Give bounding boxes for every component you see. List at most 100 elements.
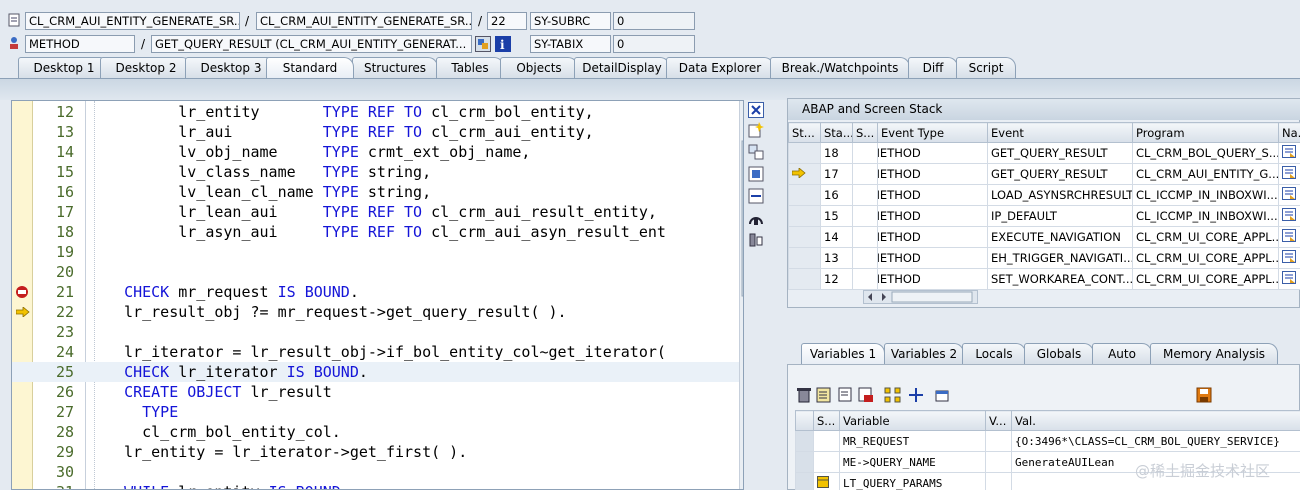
event-field[interactable]: GET_QUERY_RESULT (CL_CRM_AUI_ENTITY_GENE… — [151, 35, 472, 53]
stack-col-header[interactable]: S... — [852, 122, 878, 143]
delete-variable-icon[interactable] — [858, 387, 874, 406]
code-line[interactable]: 17 lr_lean_aui TYPE REF TO cl_crm_aui_re… — [12, 202, 743, 222]
tab-variables-1[interactable]: Variables 1 — [801, 343, 885, 364]
copy-variable-icon[interactable] — [838, 387, 854, 406]
stack-marker-cell[interactable] — [788, 205, 821, 227]
sysvar-value-field[interactable]: 0 — [613, 35, 695, 53]
stack-row[interactable]: 15 METHOD IP_DEFAULTCL_ICCMP_IN_INBOXWI... — [788, 205, 1300, 227]
sysvar-name-field[interactable]: SY-SUBRC — [530, 12, 611, 30]
code-line[interactable]: 18 lr_asyn_aui TYPE REF TO cl_crm_aui_as… — [12, 222, 743, 242]
stack-row[interactable]: 17 METHOD GET_QUERY_RESULTCL_CRM_AUI_ENTIT… — [788, 163, 1300, 185]
navigate-source-icon[interactable] — [1282, 229, 1296, 242]
tab-tables[interactable]: Tables — [436, 57, 504, 78]
var-row[interactable]: MR_REQUEST {O:3496*\CLASS=CL_CRM_BOL_QUER… — [795, 430, 1300, 452]
code-line[interactable]: 14 lv_obj_name TYPE crmt_ext_obj_name, — [12, 142, 743, 162]
include-field[interactable]: CL_CRM_AUI_ENTITY_GENERATE_SR... — [256, 12, 472, 30]
var-name-cell[interactable]: ME->QUERY_NAME — [839, 451, 986, 473]
stack-nav-cell[interactable] — [1278, 142, 1300, 164]
stack-col-header[interactable]: Sta... — [820, 122, 853, 143]
close-icon[interactable] — [748, 102, 766, 120]
stack-nav-cell[interactable] — [1278, 205, 1300, 227]
stack-source-cell[interactable] — [852, 184, 878, 206]
var-col-header[interactable]: Variable — [839, 410, 986, 431]
navigate-source-icon[interactable] — [1282, 250, 1296, 263]
code-line[interactable]: 30 — [12, 462, 743, 482]
code-line[interactable]: 19 — [12, 242, 743, 262]
var-row-selector[interactable] — [795, 430, 814, 452]
code-line[interactable]: 16 lv_lean_cl_name TYPE string, — [12, 182, 743, 202]
tab-memory-analysis[interactable]: Memory Analysis — [1150, 343, 1278, 364]
code-line[interactable]: 21 CHECK mr_request IS BOUND. — [12, 282, 743, 302]
info-icon[interactable]: i — [495, 36, 511, 55]
hierarchy-icon[interactable] — [884, 387, 902, 406]
stack-col-header[interactable]: Event Type — [877, 122, 988, 143]
tab-globals[interactable]: Globals — [1024, 343, 1094, 364]
tab-desktop-2[interactable]: Desktop 2 — [100, 57, 192, 78]
stack-row[interactable]: 16 METHOD LOAD_ASYNSRCHRESULTCL_ICCMP_IN_I… — [788, 184, 1300, 206]
code-line[interactable]: 22 lr_result_obj ?= mr_request->get_quer… — [12, 302, 743, 322]
var-name-cell[interactable]: MR_REQUEST — [839, 430, 986, 452]
stack-source-cell[interactable] — [852, 247, 878, 269]
stack-source-cell[interactable] — [852, 205, 878, 227]
stack-source-cell[interactable] — [852, 142, 878, 164]
stack-hscrollbar[interactable] — [863, 290, 978, 304]
tab-locals[interactable]: Locals — [962, 343, 1026, 364]
navigate-source-icon[interactable] — [1282, 145, 1296, 158]
stack-marker-cell[interactable] — [788, 163, 821, 185]
window-icon[interactable] — [934, 387, 950, 406]
maximize-icon[interactable] — [748, 166, 766, 184]
stack-row[interactable]: 14 METHOD EXECUTE_NAVIGATIONCL_CRM_UI_CORE… — [788, 226, 1300, 248]
code-line[interactable]: 24 lr_iterator = lr_result_obj->if_bol_e… — [12, 342, 743, 362]
breakpoint-icon[interactable] — [15, 285, 31, 302]
resize-icon[interactable] — [748, 188, 766, 206]
code-line[interactable]: 12 lr_entity TYPE REF TO cl_crm_bol_enti… — [12, 102, 743, 122]
var-col-header[interactable]: Val. — [1011, 410, 1300, 431]
tab-objects[interactable]: Objects — [500, 57, 578, 78]
swap-tool-icon[interactable] — [748, 144, 766, 162]
sysvar-value-field[interactable]: 0 — [613, 12, 695, 30]
tab-data-explorer[interactable]: Data Explorer — [666, 57, 774, 78]
stack-marker-cell[interactable] — [788, 268, 821, 290]
stack-marker-cell[interactable] — [788, 226, 821, 248]
var-col-header[interactable]: S... — [813, 410, 840, 431]
tab-diff[interactable]: Diff — [908, 57, 958, 78]
stack-nav-cell[interactable] — [1278, 247, 1300, 269]
event-type-field[interactable]: METHOD — [25, 35, 135, 53]
program-field[interactable]: CL_CRM_AUI_ENTITY_GENERATE_SR... — [25, 12, 240, 30]
navigate-source-icon[interactable] — [1282, 208, 1296, 221]
tab-standard[interactable]: Standard — [266, 57, 354, 78]
stack-col-header[interactable]: Program — [1132, 122, 1279, 143]
stack-marker-cell[interactable] — [788, 247, 821, 269]
stack-marker-cell[interactable] — [788, 142, 821, 164]
code-line[interactable]: 20 — [12, 262, 743, 282]
stack-col-header[interactable]: Event — [987, 122, 1133, 143]
sysvar-name-field[interactable]: SY-TABIX — [530, 35, 611, 53]
navigate-source-icon[interactable] — [1282, 271, 1296, 284]
code-line[interactable]: 29 lr_entity = lr_iterator->get_first( )… — [12, 442, 743, 462]
source-editor[interactable]: 12 lr_entity TYPE REF TO cl_crm_bol_enti… — [11, 100, 744, 490]
stack-marker-cell[interactable] — [788, 184, 821, 206]
tab-auto[interactable]: Auto — [1092, 343, 1152, 364]
display-variable-icon[interactable] — [816, 387, 832, 406]
code-line[interactable]: 23 — [12, 322, 743, 342]
tab-structures[interactable]: Structures — [352, 57, 438, 78]
code-line[interactable]: 27 TYPE — [12, 402, 743, 422]
tab-variables-2[interactable]: Variables 2 — [884, 343, 964, 364]
navigate-source-icon[interactable] — [1282, 187, 1296, 200]
stack-row[interactable]: 18 METHOD GET_QUERY_RESULTCL_CRM_BOL_QUERY… — [788, 142, 1300, 164]
navigate-source-icon[interactable] — [1282, 166, 1296, 179]
var-value-cell[interactable]: {O:3496*\CLASS=CL_CRM_BOL_QUERY_SERVICE} — [1011, 430, 1300, 452]
stack-nav-cell[interactable] — [1278, 163, 1300, 185]
tab-desktop-3[interactable]: Desktop 3 — [185, 57, 277, 78]
services-icon[interactable] — [748, 210, 766, 228]
code-line[interactable]: 26 CREATE OBJECT lr_result — [12, 382, 743, 402]
stack-source-cell[interactable] — [852, 226, 878, 248]
stack-row[interactable]: 12 METHOD SET_WORKAREA_CONT...CL_CRM_UI_CO… — [788, 268, 1300, 290]
code-line[interactable]: 28 cl_crm_bol_entity_col. — [12, 422, 743, 442]
code-line[interactable]: 25 CHECK lr_iterator IS BOUND. — [12, 362, 743, 382]
navigate-icon[interactable] — [908, 387, 924, 406]
var-col-header[interactable]: V... — [985, 410, 1012, 431]
var-row-selector[interactable] — [795, 472, 814, 490]
tab-desktop-1[interactable]: Desktop 1 — [18, 57, 110, 78]
var-name-cell[interactable]: LT_QUERY_PARAMS — [839, 472, 986, 490]
